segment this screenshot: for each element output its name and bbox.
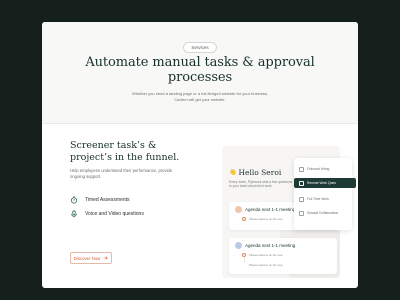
waving-hand-icon: 👋 xyxy=(229,169,237,176)
clock-icon xyxy=(299,196,304,202)
template-menu: Onboard Hiring Remote Work Ques Full Tim… xyxy=(294,158,356,230)
stopwatch-icon xyxy=(70,196,78,204)
avatar xyxy=(235,242,242,249)
people-icon xyxy=(299,210,304,216)
hero-subtitle: Whether you need a landing page or a ful… xyxy=(131,91,269,102)
hero-title: Automate manual tasks & approval process… xyxy=(85,55,315,85)
agenda-card[interactable]: Agenda next 1-1 meeting Please tasazne o… xyxy=(229,238,337,274)
agenda-item: Please tasazne on the new xyxy=(249,253,283,257)
agenda-title: Agenda next 1-1 meeting xyxy=(245,243,296,248)
menu-item-onboard[interactable]: Onboard Hiring xyxy=(294,164,352,174)
menu-item-label: Full Time Work xyxy=(307,197,329,201)
menu-item-label: Remote Work Ques xyxy=(307,181,336,185)
menu-item-fulltime[interactable]: Full Time Work xyxy=(294,194,352,204)
feature-label: Voice and Video questions xyxy=(85,211,144,217)
feature-item-timed: Timed Assessments xyxy=(70,195,130,205)
content-card: Services Automate manual tasks & approva… xyxy=(42,22,358,288)
menu-item-collab[interactable]: Simulat Collaboration xyxy=(294,208,352,218)
briefcase-icon xyxy=(299,180,304,186)
agenda-item: Please tasazne on the new xyxy=(249,217,283,221)
menu-item-label: Simulat Collaboration xyxy=(307,211,339,215)
document-icon xyxy=(299,166,304,172)
microphone-icon xyxy=(70,210,78,218)
radio-icon[interactable] xyxy=(242,217,246,221)
hero-section: Services Automate manual tasks & approva… xyxy=(42,22,358,123)
section-description: Help employees understand their performa… xyxy=(70,168,173,179)
agenda-item: Please tasazne on the new xyxy=(249,263,283,267)
greeting: 👋 Hello Seroi xyxy=(229,168,281,177)
menu-item-remote[interactable]: Remote Work Ques xyxy=(294,178,356,188)
discover-now-button[interactable]: Discover Now xyxy=(70,252,112,264)
greeting-text: Hello Seroi xyxy=(238,168,282,177)
feature-item-voice: Voice and Video questions xyxy=(70,209,144,219)
menu-item-label: Onboard Hiring xyxy=(307,167,330,171)
page-background: Services Automate manual tasks & approva… xyxy=(0,0,400,300)
arrow-right-icon xyxy=(103,255,108,261)
feature-label: Timed Assessments xyxy=(85,197,130,203)
section-divider xyxy=(42,123,358,124)
services-badge: Services xyxy=(183,42,217,53)
greeting-description: Every week, Pipework sets a few question… xyxy=(229,180,293,189)
avatar xyxy=(235,206,242,213)
cta-label: Discover Now xyxy=(73,255,101,261)
timeline-line xyxy=(244,257,245,262)
agenda-title: Agenda next 1-1 meeting xyxy=(245,207,296,212)
section-title: Screener task’s & project’s in the funne… xyxy=(70,140,180,163)
